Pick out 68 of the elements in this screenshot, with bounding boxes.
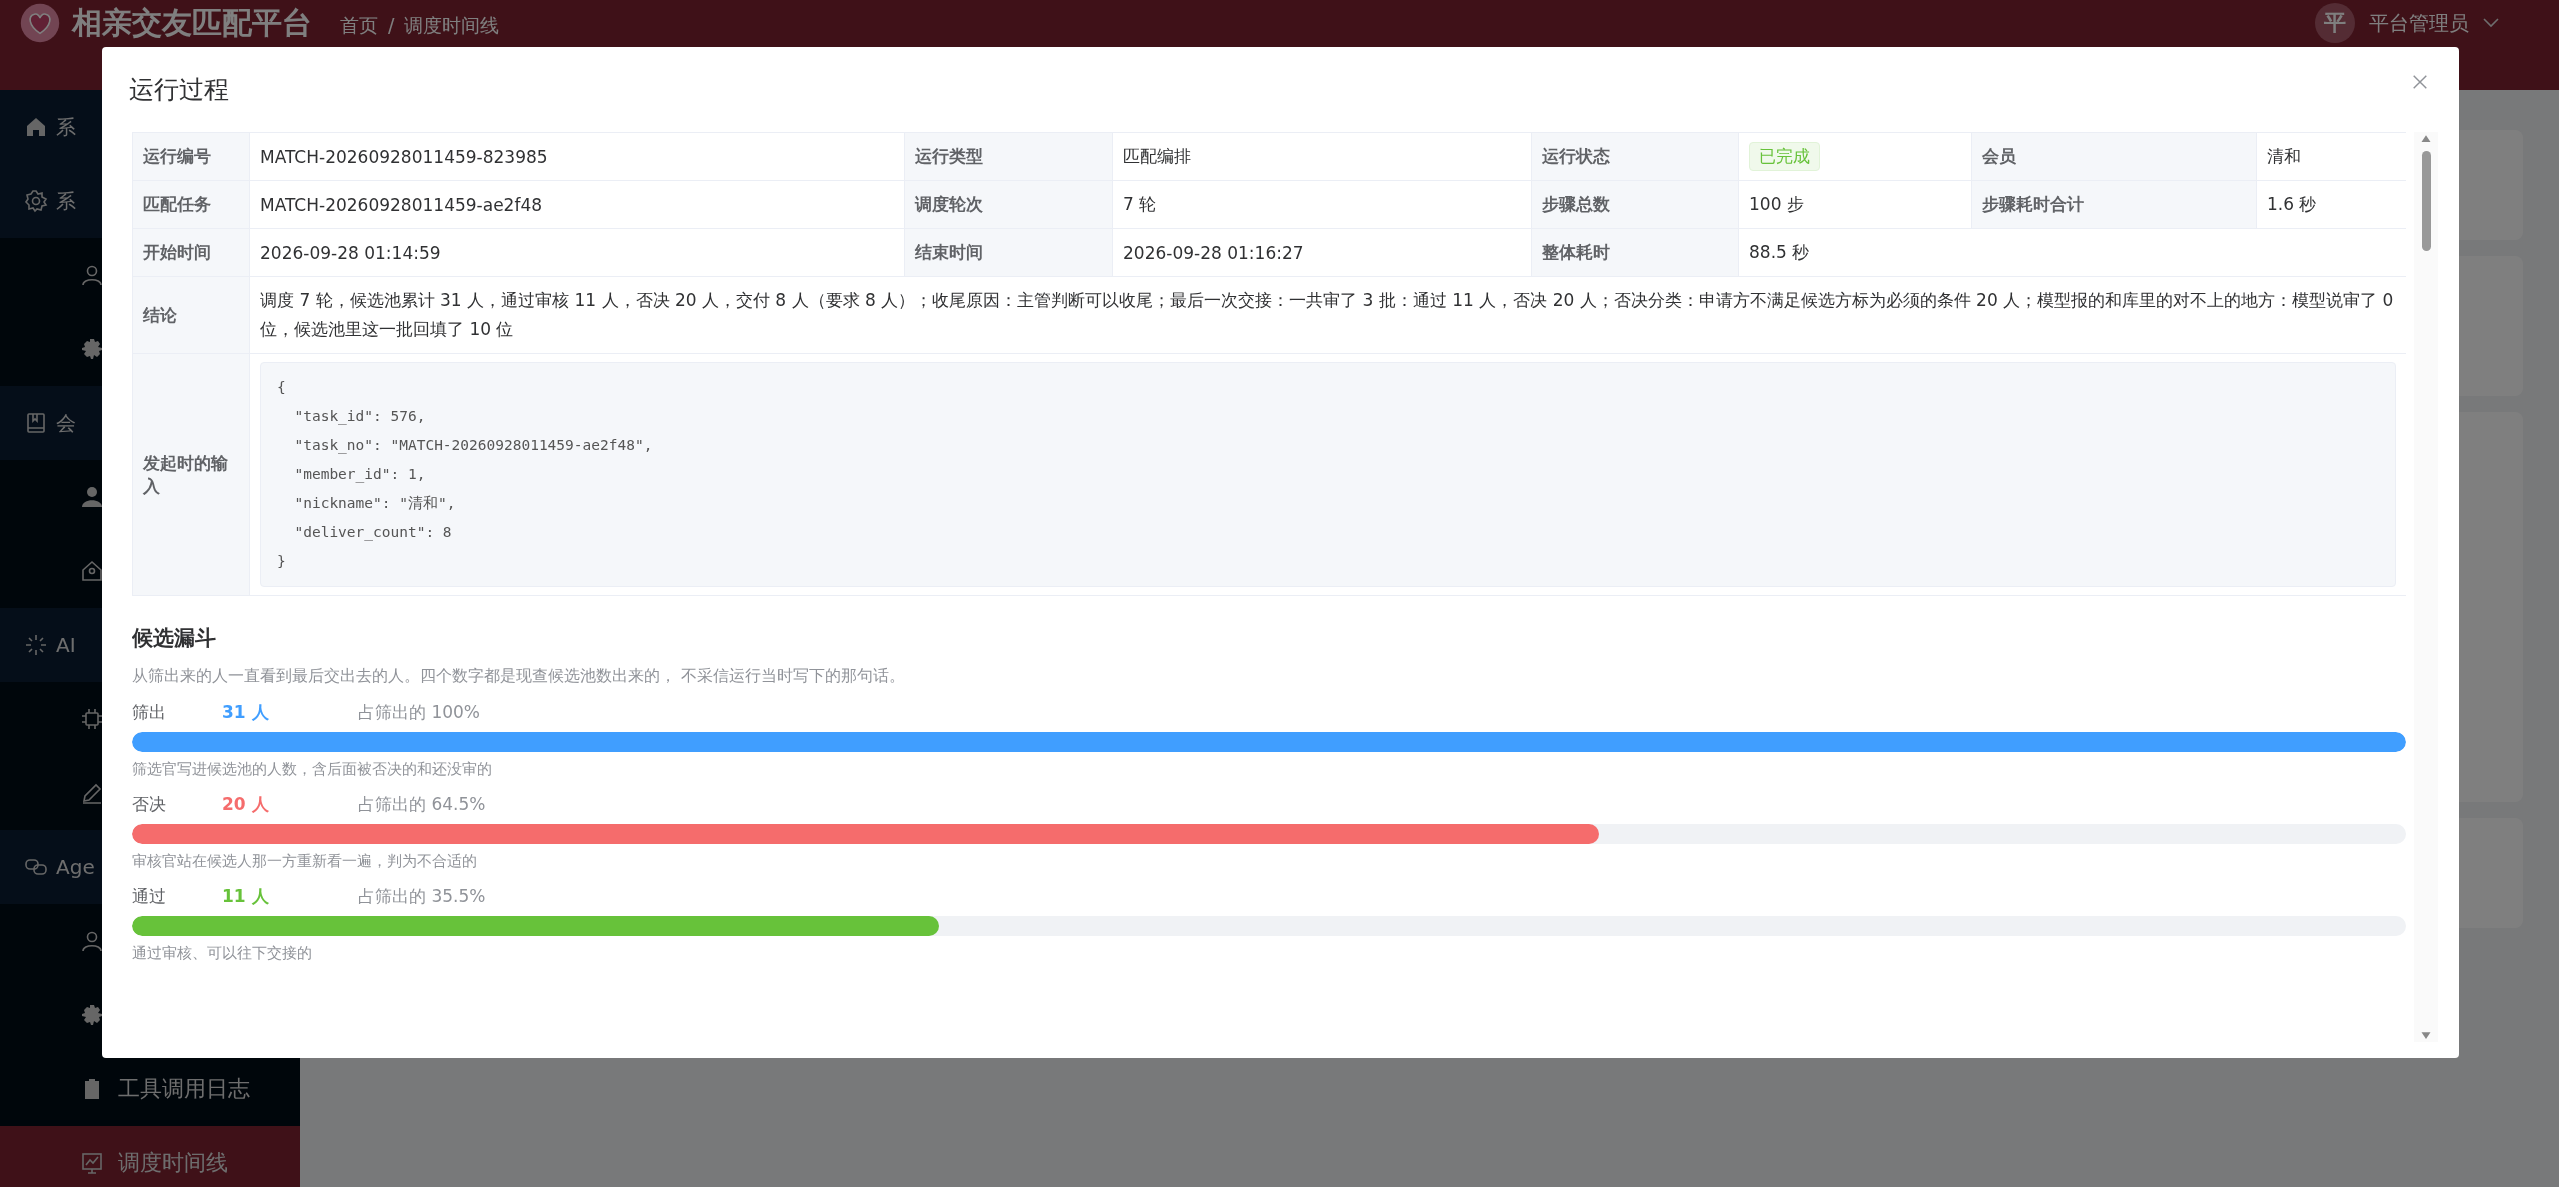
field-value: MATCH-20260928011459-823985 (260, 146, 548, 167)
stage-label: 否决 (132, 793, 167, 816)
chevron-down-icon[interactable] (2483, 18, 2499, 28)
breadcrumb-item[interactable]: 首页 (340, 5, 378, 45)
settings-icon (80, 1003, 104, 1027)
stage-label: 通过 (132, 885, 167, 908)
field-label: 结论 (132, 276, 250, 354)
field-value: 清和 (2267, 146, 2301, 166)
field-label: 会员 (1971, 132, 2257, 181)
book-icon (24, 411, 48, 435)
stage-note: 审核官站在候选人那一方重新看一遍，判为不合适的 (132, 852, 478, 871)
stage-note: 筛选官写进候选池的人数，含后面被否决的和还没审的 (132, 760, 493, 779)
breadcrumb-item: 调度时间线 (404, 13, 500, 38)
field-label: 匹配任务 (132, 180, 250, 229)
stage-share: 占筛出的 100% (358, 701, 480, 724)
field-value: 2026-09-28 01:14:59 (260, 242, 441, 263)
dialog-title: 运行过程 (129, 74, 229, 106)
user-menu[interactable]: 平台管理员 (2369, 9, 2469, 37)
app-title: 相亲交友匹配平台 (72, 4, 312, 42)
field-label: 运行类型 (904, 132, 1113, 181)
heart-logo-icon (20, 3, 60, 43)
scroll-up-icon[interactable] (2420, 134, 2432, 143)
chip-icon (80, 707, 104, 731)
field-label: 步骤总数 (1531, 180, 1739, 229)
sidebar-item[interactable]: 调度时间线 (0, 1126, 300, 1187)
settings-icon (24, 189, 48, 213)
home-icon (24, 115, 48, 139)
field-label: 整体耗时 (1531, 228, 1739, 277)
stage-label: 筛出 (132, 701, 167, 724)
settings-icon (80, 337, 104, 361)
close-icon[interactable] (2411, 72, 2429, 91)
user-icon (80, 485, 104, 509)
section-title: 候选漏斗 (132, 625, 217, 652)
field-value: 100 步 (1749, 194, 1804, 214)
field-label: 运行状态 (1531, 132, 1739, 181)
user-icon (80, 263, 104, 287)
field-value: MATCH-20260928011459-ae2f48 (260, 194, 543, 215)
avatar[interactable]: 平 (2315, 3, 2355, 43)
field-value: 1.6 秒 (2267, 194, 2317, 214)
field-value: 7 轮 (1123, 194, 1157, 214)
conclusion-text: 调度 7 轮，候选池累计 31 人，通过审核 11 人，否决 20 人，交付 8 人（要求 8 人）；收尾原因：主管判断可以收尾；最后一次交接：一共审了 3 批：通过 11 人，否决 20 人；否决分类：申请方不满足候选方标为必须的条件 20 人；模型报的和库里的对不上的地方：模型说审了 0 位，候选池里这一批回填了 10 位 (260, 290, 2394, 339)
stage-count: 31 人 (222, 701, 270, 724)
field-value: 88.5 秒 (1749, 242, 1810, 262)
status-tag: 已完成 (1749, 142, 1820, 171)
code-block: { "task_id": 576, "task_no": "MATCH-20260928011459-ae2f48", "member_id": 1, "nickname": "清和", "deliver_count": 8 } (260, 362, 2396, 587)
field-label: 调度轮次 (904, 180, 1113, 229)
field-label: 发起时的输入 (132, 353, 250, 596)
stage-share: 占筛出的 35.5% (358, 885, 486, 908)
field-value: 匹配编排 (1123, 146, 1191, 166)
stage-count: 11 人 (222, 885, 270, 908)
stage-count: 20 人 (222, 793, 270, 816)
field-label: 结束时间 (904, 228, 1113, 277)
scrollbar-thumb[interactable] (2421, 151, 2431, 251)
stage-note: 通过审核、可以往下交接的 (132, 944, 313, 963)
field-value: 2026-09-28 01:16:27 (1123, 242, 1304, 263)
field-label: 步骤耗时合计 (1971, 180, 2257, 229)
user-icon (80, 929, 104, 953)
sidebar-item[interactable]: 工具调用日志 (0, 1052, 300, 1126)
pencil-icon (80, 781, 104, 805)
sparkle-icon (24, 633, 48, 657)
house-icon (80, 559, 104, 583)
scroll-down-icon[interactable] (2420, 1031, 2432, 1040)
field-label: 开始时间 (132, 228, 250, 277)
section-description: 从筛出来的人一直看到最后交出去的人。四个数字都是现查候选池数出来的， 不采信运行当时写下的那句话。 (132, 666, 907, 687)
stage-share: 占筛出的 64.5% (358, 793, 486, 816)
breadcrumb-separator: / (388, 13, 395, 38)
chart-icon (80, 1151, 104, 1175)
field-label: 运行编号 (132, 132, 250, 181)
